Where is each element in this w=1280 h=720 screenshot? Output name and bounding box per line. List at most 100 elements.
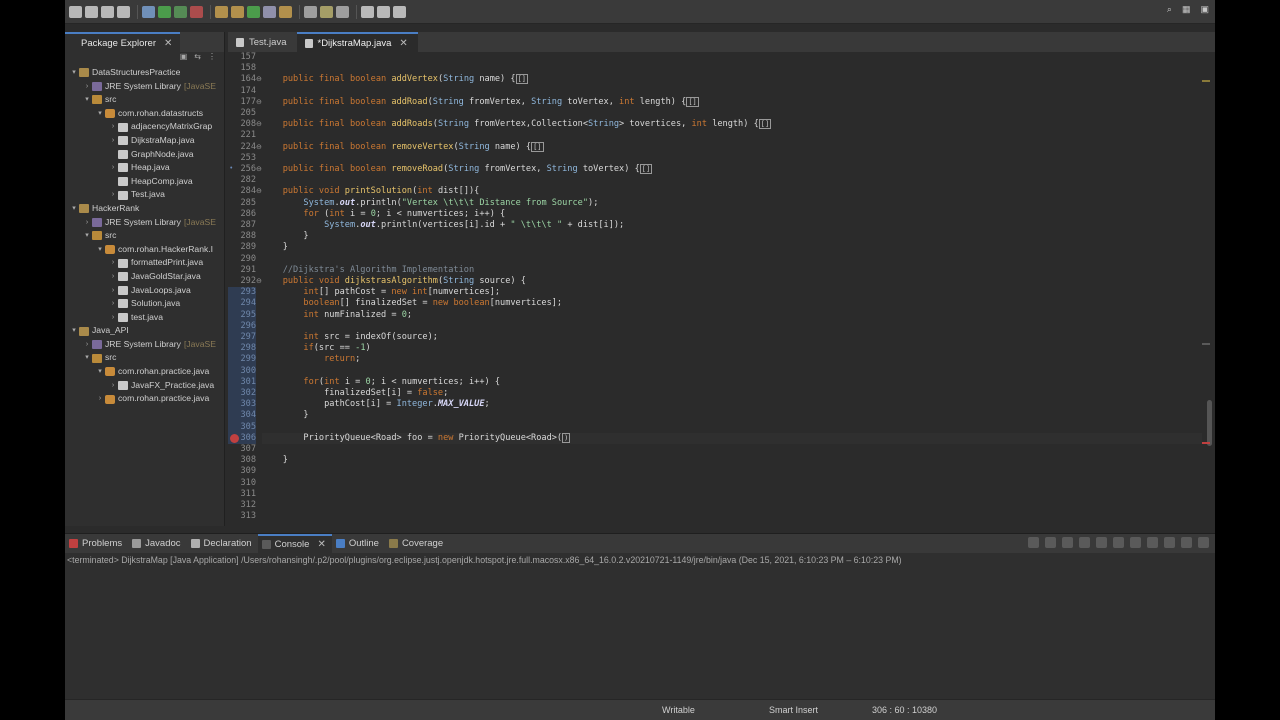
code-line[interactable]: public void printSolution(int dist[]){ xyxy=(262,186,1202,197)
code-line[interactable]: int src = indexOf(source); xyxy=(262,332,1202,343)
folded-code-marker[interactable]: ) xyxy=(562,432,571,443)
code-area[interactable]: public final boolean addVertex (String na… xyxy=(262,52,1202,526)
overview-marker[interactable] xyxy=(1202,80,1210,82)
code-line[interactable] xyxy=(262,511,1202,522)
tree-item[interactable]: › test.java xyxy=(65,311,224,325)
folded-code-marker[interactable]: [] xyxy=(639,164,653,174)
code-line[interactable]: boolean[] finalizedSet = new boolean[num… xyxy=(262,298,1202,309)
code-line[interactable]: public final boolean addVertex(String na… xyxy=(262,74,1202,85)
code-line[interactable]: pathCost[i] = Integer.MAX_VALUE; xyxy=(262,399,1202,410)
code-line[interactable] xyxy=(262,153,1202,164)
tree-item[interactable]: › JRE System Library [JavaSE xyxy=(65,216,224,230)
error-marker[interactable] xyxy=(1202,442,1210,444)
debug-perspective-icon[interactable]: ▣ xyxy=(1200,4,1209,15)
close-icon[interactable]: ✕ xyxy=(317,539,325,550)
code-line[interactable] xyxy=(262,63,1202,74)
external-tools-icon[interactable] xyxy=(190,5,203,18)
toggle-mark-icon[interactable] xyxy=(304,5,317,18)
tree-item[interactable]: ▾ com.rohan.HackerRank.I xyxy=(65,243,224,257)
collapsed-arrow-icon[interactable]: › xyxy=(108,284,118,298)
folded-code-marker[interactable]: [] xyxy=(686,96,699,107)
code-line[interactable]: if(src == -1) xyxy=(262,343,1202,354)
annotation-icon[interactable] xyxy=(320,5,333,18)
code-line[interactable]: finalizedSet[i] = false; xyxy=(262,388,1202,399)
fold-toggle-icon[interactable]: ⊖ xyxy=(256,277,262,285)
search-icon[interactable]: ⌕ xyxy=(1167,4,1172,15)
collapsed-arrow-icon[interactable]: › xyxy=(108,311,118,325)
code-line[interactable]: } xyxy=(262,410,1202,421)
close-icon[interactable]: ✕ xyxy=(399,38,407,49)
tree-item[interactable]: › Test.java xyxy=(65,188,224,202)
expanded-arrow-icon[interactable]: ▾ xyxy=(69,202,79,216)
tree-item[interactable]: › JRE System Library [JavaSE xyxy=(65,338,224,352)
code-line[interactable] xyxy=(262,422,1202,433)
code-line[interactable]: PriorityQueue<Road> foo = new PriorityQu… xyxy=(262,432,1202,444)
collapsed-arrow-icon[interactable]: › xyxy=(108,256,118,270)
open-console-icon[interactable] xyxy=(1164,537,1175,548)
view-menu-icon[interactable]: ⋮ xyxy=(208,52,216,66)
coverage-icon[interactable] xyxy=(174,5,187,18)
fold-toggle-icon[interactable]: ⊖ xyxy=(256,143,262,151)
code-line[interactable]: public void dijkstrasAlgorithm(String so… xyxy=(262,276,1202,287)
code-line[interactable]: } xyxy=(262,242,1202,253)
expanded-arrow-icon[interactable]: ▾ xyxy=(82,229,92,243)
code-line[interactable] xyxy=(262,130,1202,141)
code-line[interactable]: return; xyxy=(262,354,1202,365)
code-line[interactable]: public final boolean addRoads(String fro… xyxy=(262,119,1202,130)
collapsed-arrow-icon[interactable]: › xyxy=(108,270,118,284)
remove-launch-icon[interactable] xyxy=(1045,537,1056,548)
tree-item[interactable]: HeapComp.java xyxy=(65,175,224,189)
tab-javadoc[interactable]: Javadoc xyxy=(128,534,186,553)
expanded-arrow-icon[interactable]: ▾ xyxy=(95,365,105,379)
code-line[interactable] xyxy=(262,175,1202,186)
scroll-lock-icon[interactable] xyxy=(1096,537,1107,548)
editor-tab[interactable]: *DijkstraMap.java ✕ xyxy=(296,32,418,52)
code-line[interactable] xyxy=(262,86,1202,97)
code-line[interactable]: for (int i = 0; i < numvertices; i++) { xyxy=(262,209,1202,220)
display-console-icon[interactable] xyxy=(1147,537,1158,548)
tree-item[interactable]: ▾ com.rohan.practice.java xyxy=(65,365,224,379)
tree-item[interactable]: ▾ src xyxy=(65,351,224,365)
tab-outline[interactable]: Outline xyxy=(332,534,385,553)
expanded-arrow-icon[interactable]: ▾ xyxy=(82,351,92,365)
collapse-all-icon[interactable]: ▣ xyxy=(180,52,188,66)
collapsed-arrow-icon[interactable]: › xyxy=(82,80,92,94)
code-line[interactable]: } xyxy=(262,455,1202,466)
new-java-project-icon[interactable] xyxy=(215,5,228,18)
collapsed-arrow-icon[interactable]: › xyxy=(108,134,118,148)
maximize-icon[interactable] xyxy=(1198,537,1209,548)
tree-item[interactable]: ▾ DataStructuresPractice xyxy=(65,66,224,80)
fold-toggle-icon[interactable]: ⊖ xyxy=(256,120,262,128)
run-icon[interactable] xyxy=(158,5,171,18)
editor-tab[interactable]: Test.java xyxy=(228,32,297,52)
collapsed-arrow-icon[interactable]: › xyxy=(95,392,105,406)
code-line[interactable] xyxy=(262,444,1202,455)
overview-marker[interactable] xyxy=(1202,343,1210,345)
tree-item[interactable]: ▾ Java_API xyxy=(65,324,224,338)
folded-code-marker[interactable]: [] xyxy=(758,119,772,130)
collapsed-arrow-icon[interactable]: › xyxy=(82,338,92,352)
expanded-arrow-icon[interactable]: ▾ xyxy=(82,93,92,107)
clear-console-icon[interactable] xyxy=(1079,537,1090,548)
open-type-icon[interactable] xyxy=(263,5,276,18)
pin-console-icon[interactable] xyxy=(1130,537,1141,548)
tree-item[interactable]: › formattedPrint.java xyxy=(65,256,224,270)
new-package-icon[interactable] xyxy=(231,5,244,18)
tab-console[interactable]: Console ✕ xyxy=(257,534,332,553)
collapsed-arrow-icon[interactable]: › xyxy=(108,297,118,311)
close-icon[interactable]: ✕ xyxy=(164,38,172,49)
link-editor-icon[interactable]: ⇆ xyxy=(194,52,201,66)
tree-item[interactable]: ▾ HackerRank xyxy=(65,202,224,216)
editor-scrollbar[interactable] xyxy=(1202,52,1212,526)
error-icon[interactable] xyxy=(230,433,239,443)
fold-toggle-icon[interactable]: ⊖ xyxy=(256,187,262,195)
tree-item[interactable]: › Heap.java xyxy=(65,161,224,175)
new-icon[interactable] xyxy=(69,5,82,18)
fold-toggle-icon[interactable]: ⊖ xyxy=(256,98,262,106)
collapsed-arrow-icon[interactable]: › xyxy=(108,120,118,134)
tree-item[interactable]: ▾ src xyxy=(65,93,224,107)
expanded-arrow-icon[interactable]: ▾ xyxy=(69,324,79,338)
tab-problems[interactable]: Problems xyxy=(65,534,128,553)
fold-toggle-icon[interactable]: ⊖ xyxy=(256,75,262,83)
tree-item[interactable]: › DijkstraMap.java xyxy=(65,134,224,148)
